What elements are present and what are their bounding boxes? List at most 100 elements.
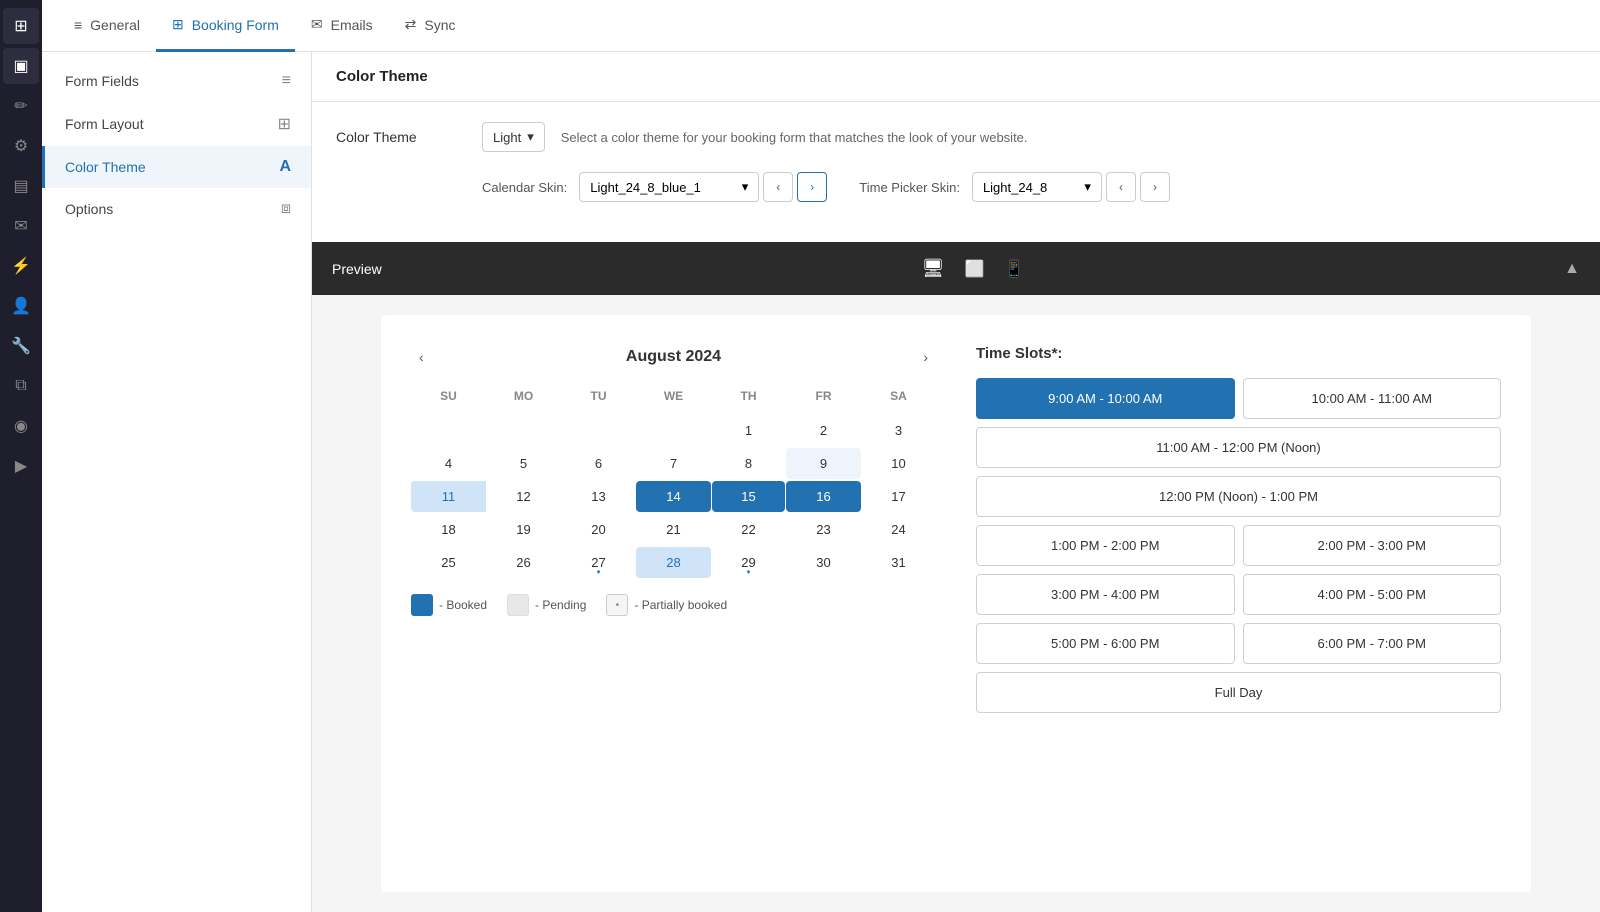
cal-date-17[interactable]: 17 xyxy=(861,481,936,512)
calendar-skin-dropdown[interactable]: Light_24_8_blue_1 ▾ xyxy=(579,172,759,202)
timeslot-6pm[interactable]: 6:00 PM - 7:00 PM xyxy=(1243,623,1502,664)
calendar-skin-next-btn[interactable]: › xyxy=(797,172,827,202)
day-su: SU xyxy=(411,385,486,407)
cal-date-23[interactable]: 23 xyxy=(786,514,861,545)
timeslot-9am[interactable]: 9:00 AM - 10:00 AM xyxy=(976,378,1235,419)
cal-date-31[interactable]: 31 xyxy=(861,547,936,578)
preview-devices: 🖥 ⬜ 📱 xyxy=(918,254,1029,283)
options-icon: ⧈ xyxy=(281,200,291,218)
cal-date-22[interactable]: 22 xyxy=(711,514,786,545)
calendar-days-header: SU MO TU WE TH FR SA xyxy=(411,385,936,407)
timeslot-3pm[interactable]: 3:00 PM - 4:00 PM xyxy=(976,574,1235,615)
cal-date-10[interactable]: 10 xyxy=(861,448,936,479)
sidebar-icon-circle[interactable]: ◉ xyxy=(3,408,39,444)
time-picker-skin-prev-btn[interactable]: ‹ xyxy=(1106,172,1136,202)
calendar-header: ‹ August 2024 › xyxy=(411,345,936,369)
sidebar-icon-brush[interactable]: ✏ xyxy=(3,88,39,124)
emails-tab-label: Emails xyxy=(331,17,373,33)
tablet-device-btn[interactable]: ⬜ xyxy=(960,255,988,283)
sidebar-icon-play[interactable]: ▶ xyxy=(3,448,39,484)
calendar-prev-btn[interactable]: ‹ xyxy=(411,345,432,369)
calendar-skin-prev-btn[interactable]: ‹ xyxy=(763,172,793,202)
timeslot-5pm[interactable]: 5:00 PM - 6:00 PM xyxy=(976,623,1235,664)
cal-date-27[interactable]: 27• xyxy=(561,547,636,578)
timeslot-1pm[interactable]: 1:00 PM - 2:00 PM xyxy=(976,525,1235,566)
desktop-device-btn[interactable]: 🖥 xyxy=(918,254,949,283)
cal-date-29[interactable]: 29• xyxy=(711,547,786,578)
timeslot-4pm[interactable]: 4:00 PM - 5:00 PM xyxy=(1243,574,1502,615)
cal-date-18[interactable]: 18 xyxy=(411,514,486,545)
time-picker-skin-next-btn[interactable]: › xyxy=(1140,172,1170,202)
cal-date-13[interactable]: 13 xyxy=(561,481,636,512)
panel-title: Color Theme xyxy=(336,68,428,85)
collapse-preview-btn[interactable]: ▲ xyxy=(1564,260,1580,278)
cal-date-28[interactable]: 28 xyxy=(636,547,711,578)
tab-emails[interactable]: ✉ Emails xyxy=(295,0,389,52)
cal-date-empty xyxy=(486,415,561,446)
cal-date-21[interactable]: 21 xyxy=(636,514,711,545)
cal-date-5[interactable]: 5 xyxy=(486,448,561,479)
settings-panel: Color Theme Color Theme Light ▾ Select a… xyxy=(312,52,1600,912)
tab-sync[interactable]: ⇄ Sync xyxy=(389,0,472,52)
cal-date-14[interactable]: 14 xyxy=(636,481,711,512)
emails-tab-icon: ✉ xyxy=(311,16,323,33)
timeslot-fullday[interactable]: Full Day xyxy=(976,672,1501,713)
tab-booking-form[interactable]: ⊞ Booking Form xyxy=(156,0,295,52)
sidebar-icon-page[interactable]: ▣ xyxy=(3,48,39,84)
calendar-week-2: 4 5 6 7 8 9 10 xyxy=(411,448,936,479)
sidebar-item-options[interactable]: Options ⧈ xyxy=(42,188,311,230)
sidebar-icon-grid[interactable]: ⊞ xyxy=(3,8,39,44)
cal-date-25[interactable]: 25 xyxy=(411,547,486,578)
timeslot-2pm[interactable]: 2:00 PM - 3:00 PM xyxy=(1243,525,1502,566)
cal-date-12[interactable]: 12 xyxy=(486,481,561,512)
cal-date-24[interactable]: 24 xyxy=(861,514,936,545)
main-content: ≡ General ⊞ Booking Form ✉ Emails ⇄ Sync… xyxy=(42,0,1600,912)
tab-general[interactable]: ≡ General xyxy=(58,0,156,52)
sidebar-item-form-layout[interactable]: Form Layout ⊞ xyxy=(42,102,311,146)
cal-date-19[interactable]: 19 xyxy=(486,514,561,545)
cal-date-1[interactable]: 1 xyxy=(711,415,786,446)
cal-date-7[interactable]: 7 xyxy=(636,448,711,479)
calendar-grid: SU MO TU WE TH FR SA xyxy=(411,385,936,578)
calendar-skin-container: Calendar Skin: Light_24_8_blue_1 ▾ ‹ › T… xyxy=(482,172,1170,202)
color-theme-row: Color Theme Light ▾ Select a color theme… xyxy=(336,122,1576,152)
sidebar-item-color-theme[interactable]: Color Theme A xyxy=(42,146,311,188)
cal-date-empty xyxy=(561,415,636,446)
cal-date-8[interactable]: 8 xyxy=(711,448,786,479)
booking-form-tab-label: Booking Form xyxy=(192,17,279,33)
calendar-month-year: August 2024 xyxy=(626,348,721,366)
cal-date-15[interactable]: 15 xyxy=(712,481,785,512)
cal-date-9[interactable]: 9 xyxy=(786,448,861,479)
time-picker-skin-dropdown[interactable]: Light_24_8 ▾ xyxy=(972,172,1102,202)
timeslot-10am[interactable]: 10:00 AM - 11:00 AM xyxy=(1243,378,1502,419)
mobile-device-btn[interactable]: 📱 xyxy=(1000,255,1028,283)
preview-content: ‹ August 2024 › SU MO TU WE TH xyxy=(312,295,1600,912)
sidebar-icon-puzzle[interactable]: ⚙ xyxy=(3,128,39,164)
timeslot-11am[interactable]: 11:00 AM - 12:00 PM (Noon) xyxy=(976,427,1501,468)
cal-date-11[interactable]: 11 xyxy=(411,481,486,512)
cal-date-6[interactable]: 6 xyxy=(561,448,636,479)
legend-pending: - Pending xyxy=(507,594,586,616)
cal-date-empty xyxy=(636,415,711,446)
form-fields-icon: ≡ xyxy=(282,72,291,90)
cal-date-30[interactable]: 30 xyxy=(786,547,861,578)
sidebar-icon-lightning[interactable]: ⚡ xyxy=(3,248,39,284)
sidebar-icon-layout[interactable]: ▤ xyxy=(3,168,39,204)
cal-date-26[interactable]: 26 xyxy=(486,547,561,578)
cal-date-3[interactable]: 3 xyxy=(861,415,936,446)
cal-date-20[interactable]: 20 xyxy=(561,514,636,545)
cal-date-4[interactable]: 4 xyxy=(411,448,486,479)
sidebar-item-form-fields[interactable]: Form Fields ≡ xyxy=(42,60,311,102)
cal-date-16[interactable]: 16 xyxy=(786,481,861,512)
sidebar-icon-person[interactable]: 👤 xyxy=(3,288,39,324)
sidebar-icon-wrench[interactable]: 🔧 xyxy=(3,328,39,364)
panel-header: Color Theme xyxy=(312,52,1600,102)
calendar-next-btn[interactable]: › xyxy=(915,345,936,369)
day-we: WE xyxy=(636,385,711,407)
color-theme-dropdown[interactable]: Light ▾ xyxy=(482,122,545,152)
timeslot-noon[interactable]: 12:00 PM (Noon) - 1:00 PM xyxy=(976,476,1501,517)
preview-section: Preview 🖥 ⬜ 📱 ▲ ‹ August 2 xyxy=(312,242,1600,912)
cal-date-2[interactable]: 2 xyxy=(786,415,861,446)
sidebar-icon-chat[interactable]: ✉ xyxy=(3,208,39,244)
sidebar-icon-layers[interactable]: ⧉ xyxy=(3,368,39,404)
